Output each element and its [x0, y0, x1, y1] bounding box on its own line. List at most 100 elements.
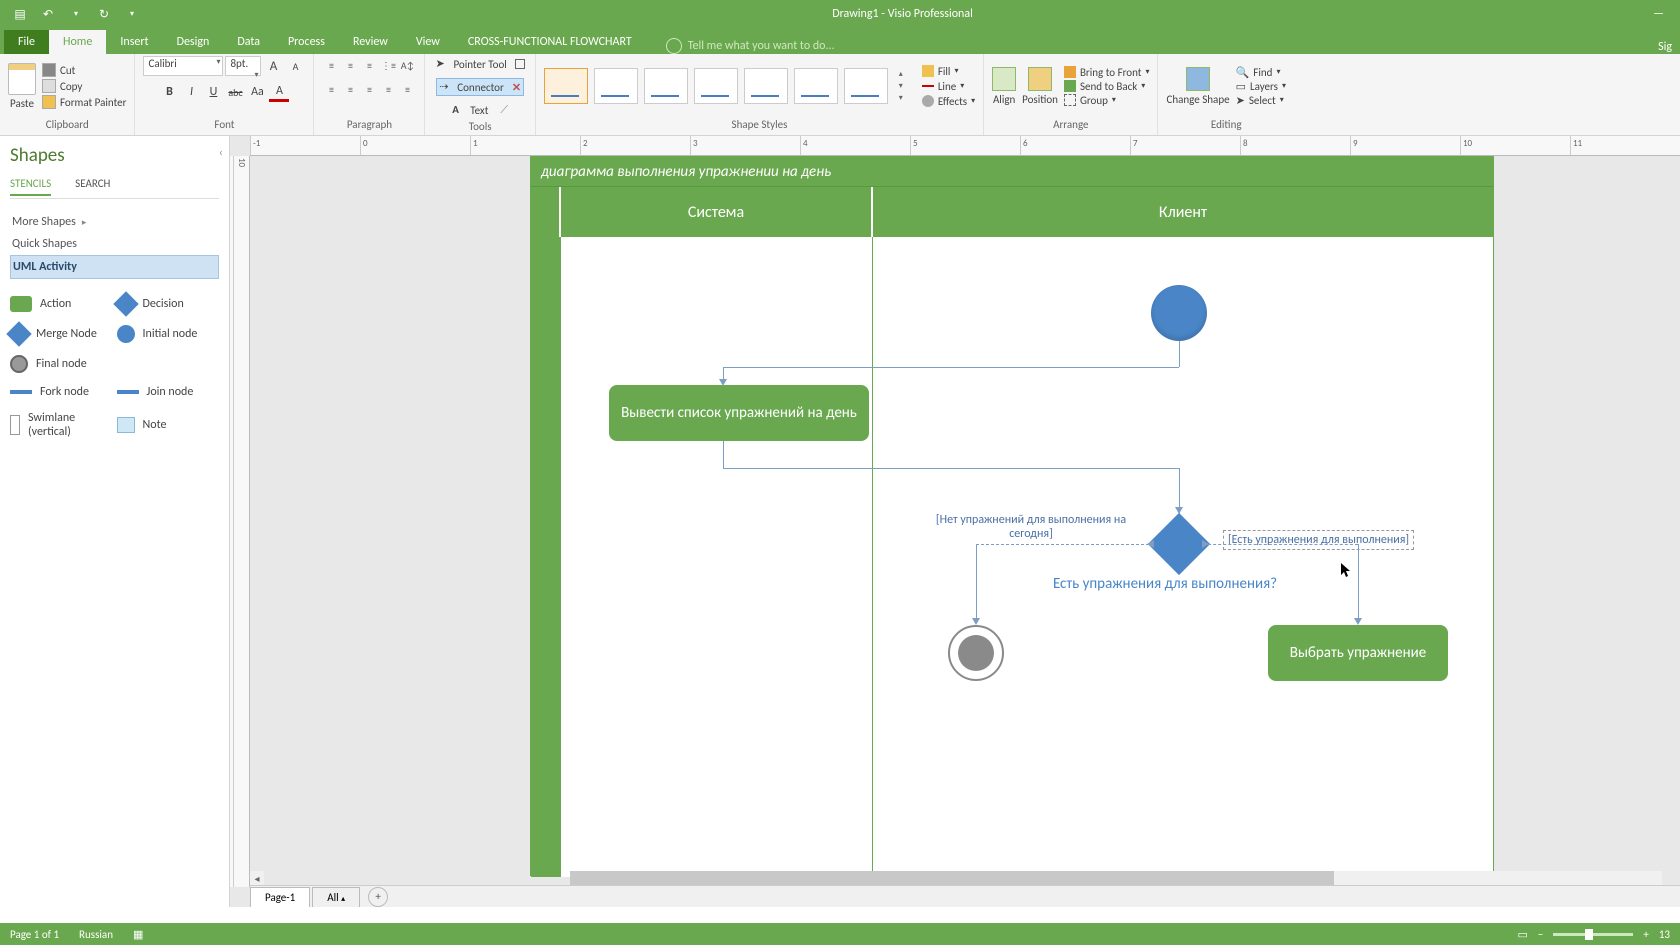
cat-uml-activity[interactable]: UML Activity	[10, 255, 219, 279]
layers-button[interactable]: ▭Layers▾	[1236, 80, 1286, 93]
strike-button[interactable]: abc	[225, 82, 245, 102]
lane-client[interactable]: [Нет упражнений для выполнения на сегодн…	[873, 237, 1493, 877]
connector[interactable]	[976, 544, 977, 620]
shape-join[interactable]: Join node	[117, 385, 220, 399]
text-tool-button[interactable]: AText⟋	[450, 102, 510, 118]
connector-tool-button[interactable]: ⇢Connector✕	[436, 78, 524, 96]
find-button[interactable]: 🔍Find▾	[1236, 66, 1286, 79]
bullets-button[interactable]: ⋮≡	[379, 56, 397, 74]
redo-icon[interactable]: ↻	[92, 3, 116, 25]
font-name-combo[interactable]: Calibri	[143, 56, 223, 76]
style-thumb-2[interactable]	[594, 68, 638, 104]
font-size-combo[interactable]: 8pt.	[225, 56, 261, 76]
tab-process[interactable]: Process	[274, 30, 339, 54]
connector[interactable]	[1358, 544, 1359, 620]
shape-action[interactable]: Action	[10, 295, 113, 313]
align-center-button[interactable]: ≡	[341, 80, 359, 98]
tab-review[interactable]: Review	[339, 30, 402, 54]
tab-cross-functional[interactable]: CROSS-FUNCTIONAL FLOWCHART	[454, 30, 646, 54]
paste-button[interactable]: Paste	[8, 63, 36, 110]
view-presentation-icon[interactable]: ▭	[1517, 928, 1527, 941]
align-top-button[interactable]: ≡	[322, 56, 340, 74]
align-button[interactable]: Align	[992, 67, 1016, 106]
action-list-exercises[interactable]: Вывести список упражнений на день	[609, 385, 869, 441]
effects-button[interactable]: Effects▾	[922, 95, 975, 108]
tab-home[interactable]: Home	[49, 30, 106, 54]
bring-to-front-button[interactable]: Bring to Front▾	[1064, 66, 1150, 79]
shape-note[interactable]: Note	[117, 411, 220, 439]
send-to-back-button[interactable]: Send to Back▾	[1064, 80, 1150, 93]
shape-merge[interactable]: Merge Node	[10, 325, 113, 343]
align-left-button[interactable]: ≡	[322, 80, 340, 98]
scroll-thumb[interactable]	[570, 871, 1334, 885]
fill-button[interactable]: Fill▾	[922, 65, 975, 78]
new-page-button[interactable]: +	[368, 887, 388, 907]
cat-quick-shapes[interactable]: Quick Shapes	[10, 233, 219, 255]
decision-node[interactable]	[1148, 513, 1210, 575]
tab-view[interactable]: View	[402, 30, 454, 54]
final-node[interactable]	[948, 625, 1004, 681]
underline-button[interactable]: U	[203, 82, 223, 102]
style-thumb-1[interactable]	[544, 68, 588, 104]
select-button[interactable]: ➤Select▾	[1236, 94, 1286, 107]
shape-swimlane[interactable]: Swimlane (vertical)	[10, 411, 113, 439]
style-thumb-3[interactable]	[644, 68, 688, 104]
font-color-button[interactable]: A	[269, 82, 289, 102]
bold-button[interactable]: B	[159, 82, 179, 102]
zoom-slider[interactable]	[1553, 933, 1633, 936]
canvas[interactable]: диаграмма выполнения упражнении на день …	[250, 156, 1680, 887]
case-button[interactable]: Aa	[247, 82, 267, 102]
pointer-tool-button[interactable]: ➤Pointer Tool	[433, 56, 526, 72]
tab-search[interactable]: SEARCH	[75, 173, 110, 196]
close-icon[interactable]: ✕	[512, 81, 521, 94]
line-button[interactable]: Line▾	[922, 80, 975, 93]
initial-node[interactable]	[1151, 285, 1207, 341]
undo-icon[interactable]: ↶	[36, 3, 60, 25]
align-right-button[interactable]: ≡	[360, 80, 378, 98]
lane-header-system[interactable]: Система	[561, 187, 873, 237]
minimize-icon[interactable]: —	[1653, 7, 1664, 21]
diagram-title[interactable]: диаграмма выполнения упражнении на день	[531, 157, 1493, 187]
style-thumb-7[interactable]	[844, 68, 888, 104]
lane-system[interactable]: Вывести список упражнений на день	[561, 237, 873, 877]
collapse-panel-icon[interactable]: ‹	[219, 146, 223, 160]
zoom-in-button[interactable]: +	[1643, 928, 1648, 941]
style-thumb-6[interactable]	[794, 68, 838, 104]
zoom-out-button[interactable]: −	[1538, 928, 1543, 941]
save-icon[interactable]: ▤	[8, 3, 32, 25]
tab-file[interactable]: File	[4, 30, 49, 54]
style-thumb-5[interactable]	[744, 68, 788, 104]
group-button[interactable]: Group▾	[1064, 94, 1150, 107]
position-button[interactable]: Position	[1022, 67, 1058, 106]
cat-more-shapes[interactable]: More Shapes▸	[10, 211, 219, 233]
text-direction-button[interactable]: A↕	[398, 56, 416, 74]
change-shape-button[interactable]: Change Shape	[1166, 67, 1229, 106]
align-bottom-button[interactable]: ≡	[360, 56, 378, 74]
connector[interactable]	[723, 367, 1179, 368]
tab-stencils[interactable]: STENCILS	[10, 173, 51, 196]
style-thumb-4[interactable]	[694, 68, 738, 104]
macro-record-icon[interactable]: ▦	[133, 928, 143, 941]
copy-button[interactable]: Copy	[42, 79, 126, 93]
format-painter-button[interactable]: Format Painter	[42, 95, 126, 109]
scrollbar-horizontal[interactable]	[570, 871, 1662, 885]
shrink-font-button[interactable]: A	[285, 56, 305, 76]
shape-decision[interactable]: Decision	[117, 295, 220, 313]
connector[interactable]	[1203, 544, 1358, 545]
shape-fork[interactable]: Fork node	[10, 385, 113, 399]
styles-more-button[interactable]: ▴▾▾	[894, 68, 908, 104]
shape-final[interactable]: Final node	[10, 355, 113, 373]
grow-font-button[interactable]: A	[263, 56, 283, 76]
connector[interactable]	[976, 544, 1154, 545]
tell-me-input[interactable]: Tell me what you want to do...	[666, 38, 835, 54]
undo-more-icon[interactable]: ▾	[64, 3, 88, 25]
connector[interactable]	[1179, 341, 1180, 367]
increase-indent-button[interactable]: ≡	[398, 80, 416, 98]
page[interactable]: диаграмма выполнения упражнении на день …	[530, 156, 1494, 876]
condition-yes-editing[interactable]: [Есть упражнения для выполнения]	[1223, 530, 1414, 550]
cut-button[interactable]: Cut	[42, 63, 126, 77]
page-tab-all[interactable]: All ▴	[312, 887, 360, 907]
action-select-exercise[interactable]: Выбрать упражнение	[1268, 625, 1448, 681]
italic-button[interactable]: I	[181, 82, 201, 102]
qat-customize-icon[interactable]: ▾	[120, 3, 144, 25]
